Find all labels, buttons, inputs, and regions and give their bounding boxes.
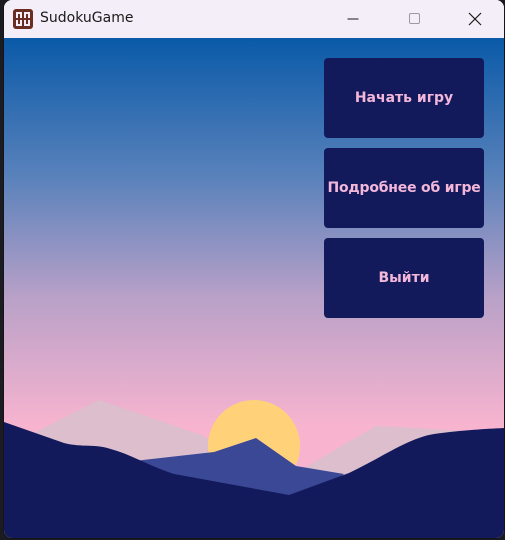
- minimize-icon: [347, 18, 359, 20]
- maximize-icon: [409, 13, 420, 24]
- close-button[interactable]: [452, 0, 498, 38]
- exit-button[interactable]: Выйти: [324, 238, 484, 318]
- maximize-button[interactable]: [392, 0, 438, 38]
- sudoku-app-icon: [13, 9, 33, 29]
- about-game-button[interactable]: Подробнее об игре: [324, 148, 484, 228]
- minimize-button[interactable]: [330, 0, 376, 38]
- main-content: Начать игру Подробнее об игре Выйти: [4, 38, 504, 538]
- start-game-button[interactable]: Начать игру: [324, 58, 484, 138]
- title-bar[interactable]: SudokuGame: [4, 0, 504, 38]
- close-icon: [468, 12, 482, 26]
- window-title: SudokuGame: [40, 10, 134, 26]
- app-window: SudokuGame Начать игру Подробнее об игре…: [4, 0, 504, 538]
